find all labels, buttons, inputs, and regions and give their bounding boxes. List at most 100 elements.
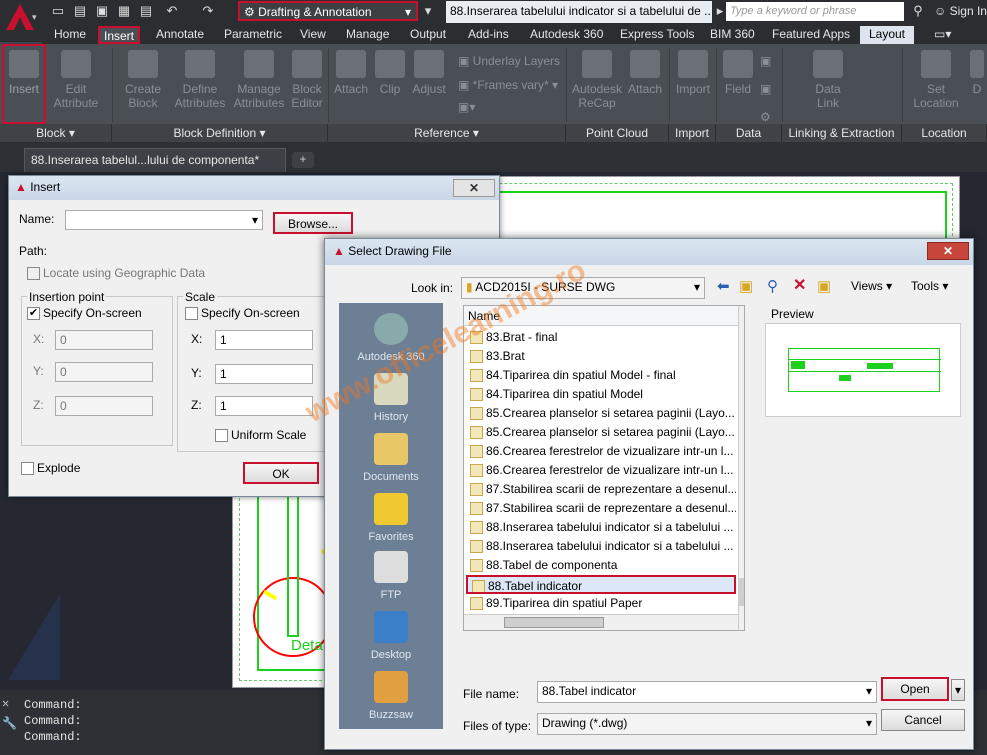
binoculars-icon[interactable]: ⚲ — [910, 3, 926, 19]
autocad-logo[interactable]: ▾ — [0, 0, 42, 42]
file-row-selected[interactable]: 88.Tabel indicator — [466, 575, 736, 594]
file-row[interactable]: 85.Crearea planselor si setarea paginii … — [466, 423, 736, 442]
file-row[interactable]: 84.Tiparirea din spatiul Model - final — [466, 366, 736, 385]
back-icon[interactable]: ⬅ — [717, 277, 730, 295]
views-menu[interactable]: Views ▾ — [851, 279, 892, 293]
panel-block-definition[interactable]: Block Definition ▾ — [112, 124, 328, 142]
name-combobox[interactable]: ▾ — [65, 210, 263, 230]
place-history[interactable]: History — [339, 373, 443, 423]
quick-access-menu-icon[interactable]: ▾ — [420, 3, 436, 19]
panel-data[interactable]: Data — [716, 124, 782, 142]
field-button[interactable]: Field — [720, 50, 756, 96]
browse-button[interactable]: Browse... — [273, 212, 353, 234]
files-of-type-dropdown[interactable]: Drawing (*.dwg) ▾ — [537, 713, 877, 735]
new-tab-button[interactable]: + — [292, 152, 314, 168]
vertical-scrollbar[interactable] — [738, 306, 744, 630]
panel-import[interactable]: Import — [669, 124, 716, 142]
new-folder-icon[interactable]: ▣ — [817, 277, 831, 295]
tab-manage[interactable]: Manage — [342, 26, 393, 44]
panel-reference[interactable]: Reference ▾ — [328, 124, 566, 142]
new-icon[interactable]: ▭ — [50, 3, 66, 19]
file-row[interactable]: 86.Crearea ferestrelor de vizualizare in… — [466, 461, 736, 480]
tools-menu[interactable]: Tools ▾ — [911, 279, 948, 293]
ip-x-field[interactable]: 0 — [55, 330, 153, 350]
file-row[interactable]: 86.Crearea ferestrelor de vizualizare in… — [466, 442, 736, 461]
scale-specify-checkbox[interactable] — [185, 307, 198, 320]
file-row[interactable]: 83.Brat - final — [466, 328, 736, 347]
file-row[interactable]: 88.Inserarea tabelului indicator si a ta… — [466, 537, 736, 556]
snap-to-underlays-icon[interactable]: ▣▾ — [458, 100, 475, 114]
attach-button[interactable]: Attach — [332, 50, 370, 96]
redo-icon[interactable]: ↷ — [200, 3, 216, 19]
tab-view[interactable]: View — [296, 26, 330, 44]
tab-insert[interactable]: Insert — [98, 26, 141, 44]
undo-icon[interactable]: ↶ — [164, 3, 180, 19]
file-row[interactable]: 89.Tiparirea din spatiul Paper — [466, 594, 736, 613]
cancel-button[interactable]: Cancel — [881, 709, 965, 731]
up-folder-icon[interactable]: ▣ — [739, 277, 753, 295]
tab-express-tools[interactable]: Express Tools — [616, 26, 698, 44]
set-location-button[interactable]: Set Location — [908, 50, 964, 110]
tab-home[interactable]: Home — [50, 26, 90, 44]
create-block-button[interactable]: Create Block — [118, 50, 168, 110]
horizontal-scrollbar[interactable] — [464, 614, 738, 630]
name-column-header[interactable]: Name — [464, 306, 738, 326]
tab-featured-apps[interactable]: Featured Apps — [768, 26, 854, 44]
place-ftp[interactable]: FTP — [339, 551, 443, 601]
file-name-combobox[interactable]: 88.Tabel indicator ▾ — [537, 681, 877, 703]
define-attributes-button[interactable]: Define Attributes — [172, 50, 228, 110]
explode-checkbox[interactable] — [21, 462, 34, 475]
panel-linking-extraction[interactable]: Linking & Extraction — [782, 124, 902, 142]
manage-attributes-button[interactable]: Manage Attributes — [230, 50, 288, 110]
autodesk-recap-button[interactable]: Autodesk ReCap — [570, 50, 624, 110]
underlay-layers-button[interactable]: ▣ Underlay Layers — [458, 54, 560, 68]
insert-button[interactable]: Insert — [2, 44, 46, 124]
geo-data-checkbox[interactable] — [27, 267, 40, 280]
ribbon-toggle-icon[interactable]: ▭▾ — [930, 26, 955, 44]
place-documents[interactable]: Documents — [339, 433, 443, 483]
file-row[interactable]: 88.Inserarea tabelului indicator si a ta… — [466, 518, 736, 537]
edit-attribute-button[interactable]: Edit Attribute — [50, 50, 102, 110]
print-icon[interactable]: ▤ — [138, 3, 154, 19]
look-in-dropdown[interactable]: ▮ ACD2015I - SURSE DWG ▾ — [461, 277, 705, 299]
tab-layout[interactable]: Layout — [860, 26, 914, 44]
scale-y-field[interactable]: 1 — [215, 364, 313, 384]
close-cmd-icon[interactable]: ✕ — [2, 696, 9, 711]
frames-vary-dropdown[interactable]: ▣ *Frames vary* ▾ — [458, 78, 558, 92]
tab-add-ins[interactable]: Add-ins — [464, 26, 513, 44]
ribbon-overflow-button[interactable]: D — [968, 50, 986, 96]
open-icon[interactable]: ▤ — [72, 3, 88, 19]
ok-button[interactable]: OK — [243, 462, 319, 484]
ip-specify-checkbox[interactable]: ✔ — [27, 307, 40, 320]
close-button[interactable]: ✕ — [453, 179, 495, 197]
tab-bim-360[interactable]: BIM 360 — [706, 26, 759, 44]
place-desktop[interactable]: Desktop — [339, 611, 443, 661]
ip-z-field[interactable]: 0 — [55, 396, 153, 416]
search-input[interactable]: Type a keyword or phrase — [726, 2, 904, 21]
close-button[interactable]: ✕ — [927, 242, 969, 260]
sign-in-button[interactable]: ☺ Sign In — [934, 4, 987, 18]
file-list[interactable]: Name 83.Brat - final 83.Brat 84.Tiparirea … — [463, 305, 745, 631]
file-row[interactable]: 85.Crearea planselor si setarea paginii … — [466, 404, 736, 423]
scale-z-field[interactable]: 1 — [215, 396, 313, 416]
panel-block[interactable]: Block ▾ — [0, 124, 112, 142]
panel-point-cloud[interactable]: Point Cloud — [566, 124, 669, 142]
file-row[interactable]: 87.Stabilirea scarii de reprezentare a d… — [466, 480, 736, 499]
search-web-icon[interactable]: ⚲ — [767, 277, 778, 295]
adjust-button[interactable]: Adjust — [408, 50, 450, 96]
clip-button[interactable]: Clip — [372, 50, 408, 96]
open-button[interactable]: Open — [881, 677, 949, 701]
tab-autodesk-360[interactable]: Autodesk 360 — [526, 26, 607, 44]
file-row[interactable]: 83.Brat — [466, 347, 736, 366]
save-icon[interactable]: ▣ — [94, 3, 110, 19]
block-editor-button[interactable]: Block Editor — [288, 50, 326, 110]
open-options-button[interactable]: ▾ — [951, 679, 965, 701]
attach-point-cloud-button[interactable]: Attach — [624, 50, 666, 96]
save-as-icon[interactable]: ▦ — [116, 3, 132, 19]
place-favorites[interactable]: Favorites — [339, 493, 443, 543]
delete-icon[interactable]: ✕ — [793, 275, 806, 295]
wrench-icon[interactable]: 🔧 — [2, 716, 17, 731]
import-button[interactable]: Import — [672, 50, 714, 96]
tab-parametric[interactable]: Parametric — [220, 26, 286, 44]
place-buzzsaw[interactable]: Buzzsaw — [339, 671, 443, 721]
